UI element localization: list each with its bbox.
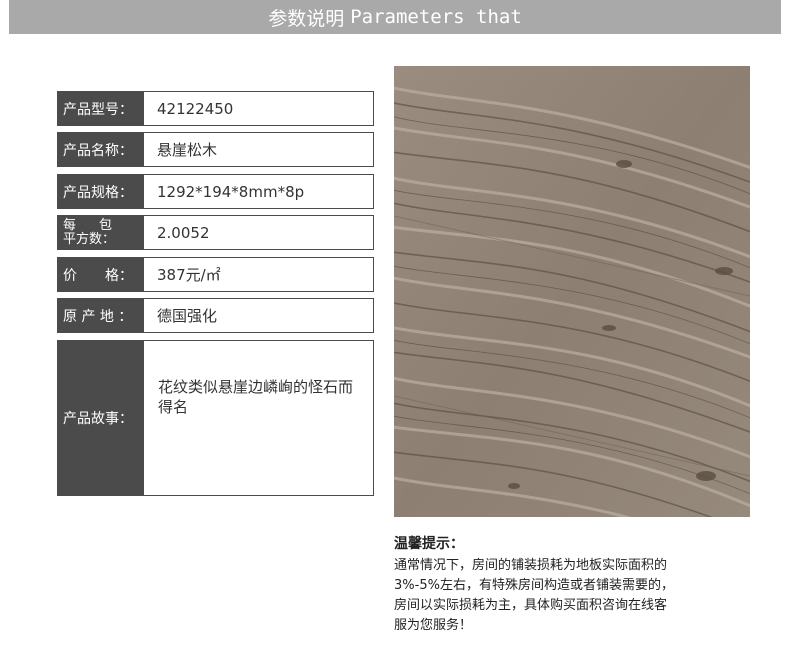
param-label-per-box: 每 包 平方数： bbox=[58, 216, 144, 249]
param-label-per-box-c: 平方数： bbox=[63, 231, 116, 247]
wood-texture-image bbox=[394, 66, 750, 517]
tips-line: 3%-5%左右，有特殊房间构造或者铺装需要的， bbox=[394, 578, 674, 593]
tips-block: 温馨提示： 通常情况下，房间的铺装损耗为地板实际面积的 3%-5%左右，有特殊房… bbox=[394, 534, 724, 636]
param-label-per-box-b: 包 bbox=[99, 217, 113, 233]
tips-line: 服为您服务！ bbox=[394, 618, 473, 633]
param-value-story: 花纹类似悬崖边嶙峋的怪石而得名 bbox=[158, 378, 354, 416]
param-label-per-box-a: 每 bbox=[63, 217, 77, 233]
param-value-spec: 1292*194*8mm*8p bbox=[144, 175, 373, 208]
param-row-price: 价 格： 387元/㎡ bbox=[57, 257, 374, 292]
param-value-name: 悬崖松木 bbox=[144, 133, 373, 166]
param-row-name: 产品名称： 悬崖松木 bbox=[57, 132, 374, 167]
param-value-model: 42122450 bbox=[144, 92, 373, 125]
param-value-origin: 德国强化 bbox=[144, 299, 373, 332]
header-title-cn: 参数说明 bbox=[268, 7, 345, 30]
tips-title: 温馨提示： bbox=[394, 536, 464, 552]
param-label-model: 产品型号： bbox=[58, 92, 144, 125]
param-row-story: 产品故事： 花纹类似悬崖边嶙峋的怪石而得名 bbox=[57, 340, 374, 496]
param-value-price: 387元/㎡ bbox=[144, 258, 373, 291]
param-row-per-box: 每 包 平方数： 2.0052 bbox=[57, 215, 374, 250]
param-label-origin: 原 产 地 ： bbox=[58, 299, 144, 332]
tips-line: 房间以实际损耗为主，具体购买面积咨询在线客 bbox=[394, 598, 668, 613]
param-value-per-box: 2.0052 bbox=[144, 216, 373, 249]
header-title-en: Parameters that bbox=[350, 6, 522, 28]
tips-line: 通常情况下，房间的铺装损耗为地板实际面积的 bbox=[394, 558, 668, 573]
page-header: 参数说明 Parameters that bbox=[9, 0, 781, 34]
param-label-spec: 产品规格： bbox=[58, 175, 144, 208]
param-label-price: 价 格： bbox=[58, 258, 144, 291]
param-row-origin: 原 产 地 ： 德国强化 bbox=[57, 298, 374, 333]
wood-texture-svg bbox=[394, 66, 750, 517]
param-row-spec: 产品规格： 1292*194*8mm*8p bbox=[57, 174, 374, 209]
param-row-model: 产品型号： 42122450 bbox=[57, 91, 374, 126]
param-label-story: 产品故事： bbox=[58, 341, 144, 495]
param-label-name: 产品名称： bbox=[58, 133, 144, 166]
